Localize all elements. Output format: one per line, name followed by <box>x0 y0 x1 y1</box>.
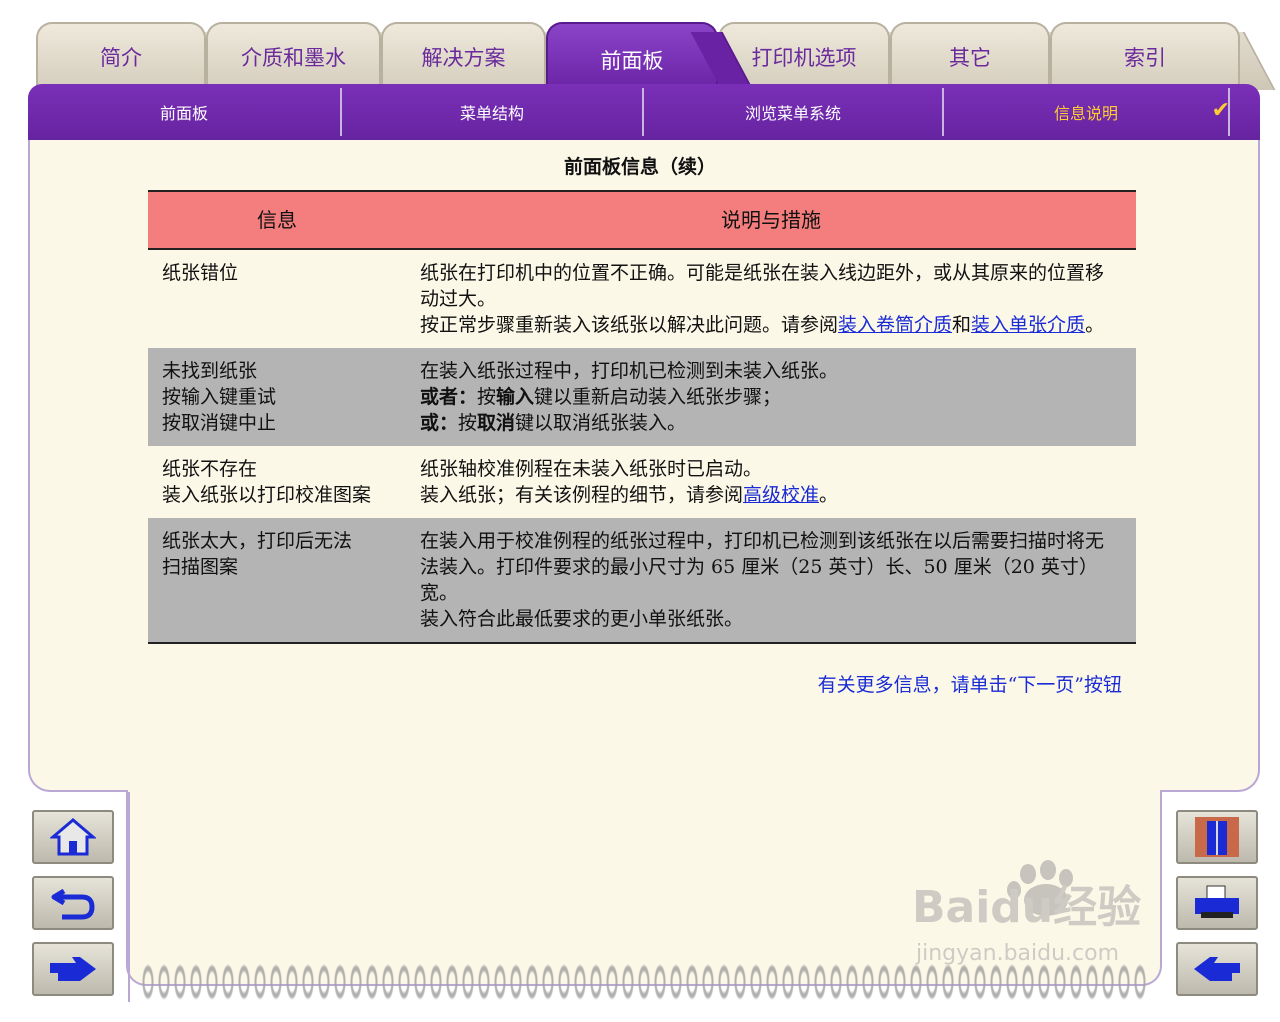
description-text: 或者： <box>420 386 478 408</box>
checkmark-icon: ✔ <box>1211 98 1230 123</box>
top-tab-bar: 简介 介质和墨水 解决方案 前面板 打印机选项 其它 索引 <box>36 22 1246 92</box>
description-text: 按正常步骤重新装入该纸张以解决此问题。请参阅 <box>420 314 839 336</box>
sub-navigation: 前面板 菜单结构 浏览菜单系统 信息说明 ✔ <box>28 84 1260 140</box>
description-line: 在装入纸张过程中，打印机已检测到未装入纸张。 <box>420 360 839 382</box>
tab-intro[interactable]: 简介 <box>36 22 206 86</box>
description-text: 键以取消纸张装入。 <box>515 412 687 434</box>
description-cell: 在装入纸张过程中，打印机已检测到未装入纸张。 或者：按输入键以重新启动装入纸张步… <box>406 348 1136 446</box>
next-page-button[interactable] <box>32 942 114 996</box>
description-cell: 在装入用于校准例程的纸张过程中，打印机已检测到该纸张在以后需要扫描时将无法装入。… <box>406 518 1136 644</box>
tab-index[interactable]: 索引 <box>1050 22 1240 86</box>
next-page-button-right[interactable] <box>1176 942 1258 996</box>
message-line: 未找到纸张 <box>162 360 258 382</box>
message-cell: 纸张错位 <box>148 249 406 348</box>
message-cell: 未找到纸张 按输入键重试 按取消键中止 <box>148 348 406 446</box>
table-row: 未找到纸张 按输入键重试 按取消键中止 在装入纸张过程中，打印机已检测到未装入纸… <box>148 348 1136 446</box>
message-line: 纸张不存在 <box>162 458 258 480</box>
message-line: 扫描图案 <box>162 556 239 578</box>
message-line: 装入纸张以打印校准图案 <box>162 484 372 506</box>
description-line: 装入纸张；有关该例程的细节，请参阅高级校准。 <box>420 482 1122 508</box>
link-load-sheet-media[interactable]: 装入单张介质 <box>971 314 1085 336</box>
description-line: 按正常步骤重新装入该纸张以解决此问题。请参阅装入卷筒介质和装入单张介质。 <box>420 312 1122 338</box>
key-name: 取消 <box>477 412 516 434</box>
print-button[interactable] <box>1176 876 1258 930</box>
subnav-menu-structure[interactable]: 菜单结构 <box>342 88 644 136</box>
link-load-roll-media[interactable]: 装入卷筒介质 <box>838 314 952 336</box>
tab-media-ink[interactable]: 介质和墨水 <box>206 22 381 86</box>
key-name: 输入 <box>496 386 535 408</box>
description-text: 。 <box>1085 314 1105 336</box>
table-header-row: 信息 说明与措施 <box>148 190 1136 250</box>
tab-front-panel[interactable]: 前面板 <box>546 22 718 92</box>
description-line: 或者：按输入键以重新启动装入纸张步骤； <box>420 384 1122 410</box>
table-row: 纸张错位 纸张在打印机中的位置不正确。可能是纸张在装入线边距外，或从其原来的位置… <box>148 249 1136 348</box>
message-line: 纸张错位 <box>162 262 239 284</box>
subnav-messages[interactable]: 信息说明 <box>944 88 1230 136</box>
message-line: 纸张太大，打印后无法 <box>162 530 353 552</box>
message-line: 按取消键中止 <box>162 412 277 434</box>
tab-other[interactable]: 其它 <box>890 22 1050 86</box>
message-cell: 纸张不存在 装入纸张以打印校准图案 <box>148 446 406 518</box>
description-line: 或：按取消键以取消纸张装入。 <box>420 410 1122 436</box>
back-button[interactable] <box>32 876 114 930</box>
exit-button[interactable] <box>1176 810 1258 864</box>
table-row: 纸张不存在 装入纸张以打印校准图案 纸张轴校准例程在未装入纸张时已启动。 装入纸… <box>148 446 1136 518</box>
description-text: 键以重新启动装入纸张步骤； <box>534 386 782 408</box>
description-text: 装入纸张；有关该例程的细节，请参阅 <box>420 484 744 506</box>
description-line: 纸张在打印机中的位置不正确。可能是纸张在装入线边距外，或从其原来的位置移动过大。 <box>420 262 1105 310</box>
description-text: 。 <box>819 484 839 506</box>
description-line: 纸张轴校准例程在未装入纸张时已启动。 <box>420 458 763 480</box>
next-page-hint: 有关更多信息，请单击“下一页”按钮 <box>817 674 1122 696</box>
messages-table: 信息 说明与措施 纸张错位 纸张在打印机中的位置不正确。可能是纸张在装入线边距外… <box>148 190 1136 644</box>
tab-solutions[interactable]: 解决方案 <box>381 22 546 86</box>
description-text: 按 <box>477 386 497 408</box>
exit-door-icon <box>1195 817 1239 857</box>
content-panel-lower <box>126 790 1162 986</box>
table-row: 纸张太大，打印后无法 扫描图案 在装入用于校准例程的纸张过程中，打印机已检测到该… <box>148 518 1136 644</box>
description-text: 和 <box>952 314 972 336</box>
back-icon <box>51 888 95 920</box>
home-icon <box>50 818 96 856</box>
description-line: 在装入用于校准例程的纸张过程中，打印机已检测到该纸张在以后需要扫描时将无法装入。… <box>420 530 1105 604</box>
subnav-front-panel[interactable]: 前面板 <box>28 88 342 136</box>
column-header-description: 说明与措施 <box>406 190 1136 250</box>
description-cell: 纸张在打印机中的位置不正确。可能是纸张在装入线边距外，或从其原来的位置移动过大。… <box>406 249 1136 348</box>
spiral-binding <box>140 960 1150 1004</box>
description-text: 或： <box>420 412 459 434</box>
description-cell: 纸张轴校准例程在未装入纸张时已启动。 装入纸张；有关该例程的细节，请参阅高级校准… <box>406 446 1136 518</box>
next-page-icon <box>1194 957 1240 981</box>
message-line: 按输入键重试 <box>162 386 277 408</box>
link-advanced-calibration[interactable]: 高级校准 <box>743 484 819 506</box>
home-button[interactable] <box>32 810 114 864</box>
column-header-message: 信息 <box>148 190 406 250</box>
page-title: 前面板信息（续） <box>563 156 716 178</box>
subnav-browse-menu[interactable]: 浏览菜单系统 <box>644 88 944 136</box>
description-line: 装入符合此最低要求的更小单张纸张。 <box>420 608 744 630</box>
message-cell: 纸张太大，打印后无法 扫描图案 <box>148 518 406 644</box>
description-text: 按 <box>458 412 478 434</box>
printer-icon <box>1195 885 1239 918</box>
next-page-icon <box>50 957 96 981</box>
